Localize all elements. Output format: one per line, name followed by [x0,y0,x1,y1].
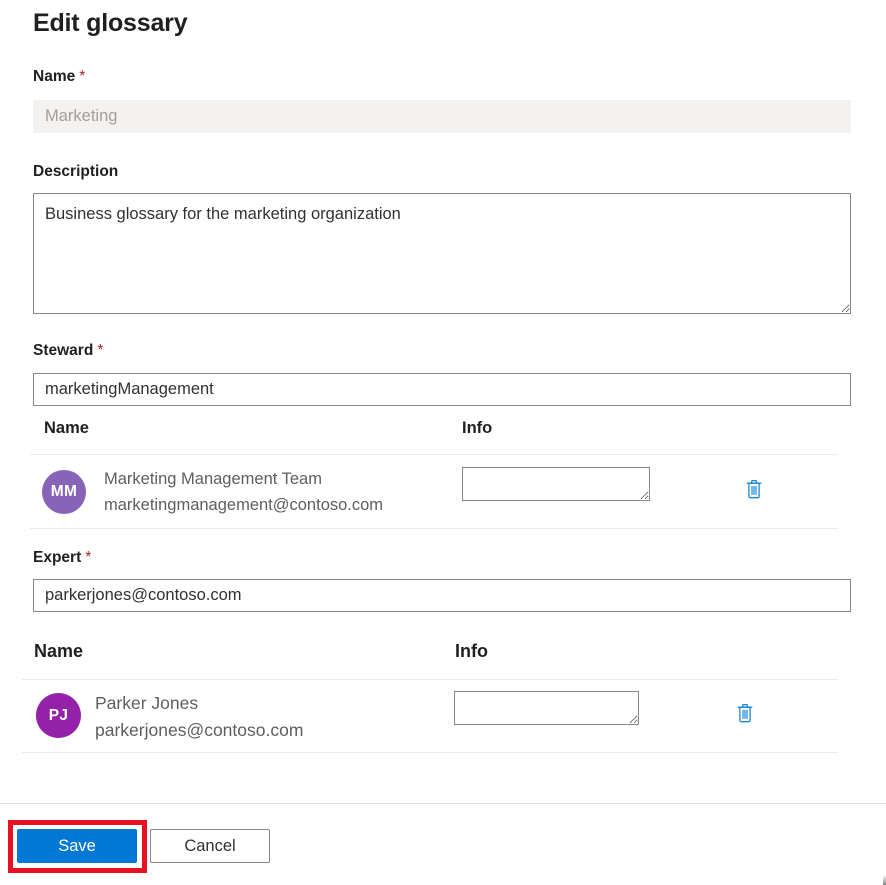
save-button[interactable]: Save [17,829,137,863]
expert-column-header-name: Name [34,641,83,662]
expert-label-text: Expert [33,549,81,566]
description-field-label: Description [33,163,118,181]
name-input[interactable] [33,100,851,133]
steward-row-divider-top [30,454,838,455]
expert-required-asterisk: * [85,549,91,566]
expert-column-header-info: Info [455,641,488,662]
cancel-button[interactable]: Cancel [150,829,270,863]
steward-column-header-name: Name [44,419,89,438]
steward-info-textarea[interactable] [462,467,650,501]
page-title: Edit glossary [33,9,187,38]
trash-icon [744,478,764,502]
expert-person-email: parkerjones@contoso.com [95,720,303,741]
expert-input[interactable] [33,579,851,612]
expert-person-name: Parker Jones [95,693,198,714]
expert-delete-button[interactable] [735,702,755,726]
steward-column-header-info: Info [462,419,492,438]
trash-icon [735,702,755,726]
expert-info-textarea[interactable] [454,691,639,725]
steward-field-label: Steward* [33,342,103,360]
name-required-asterisk: * [79,68,85,85]
expert-field-label: Expert* [33,549,91,567]
edit-glossary-panel: Edit glossary Name* Description Steward*… [0,0,886,885]
avatar: MM [42,470,86,514]
steward-person-email: marketingmanagement@contoso.com [104,496,383,515]
name-label-text: Name [33,68,75,85]
name-field-label: Name* [33,68,85,86]
steward-person-name: Marketing Management Team [104,470,322,489]
steward-row-divider-bottom [30,528,838,529]
steward-input[interactable] [33,373,851,406]
steward-delete-button[interactable] [744,478,764,502]
expert-row-divider-top [22,679,838,680]
description-textarea[interactable] [33,193,851,314]
description-label-text: Description [33,163,118,180]
steward-label-text: Steward [33,342,93,359]
footer-divider [0,803,886,804]
steward-required-asterisk: * [97,342,103,359]
expert-row-divider-bottom [22,752,838,753]
avatar: PJ [36,693,81,738]
